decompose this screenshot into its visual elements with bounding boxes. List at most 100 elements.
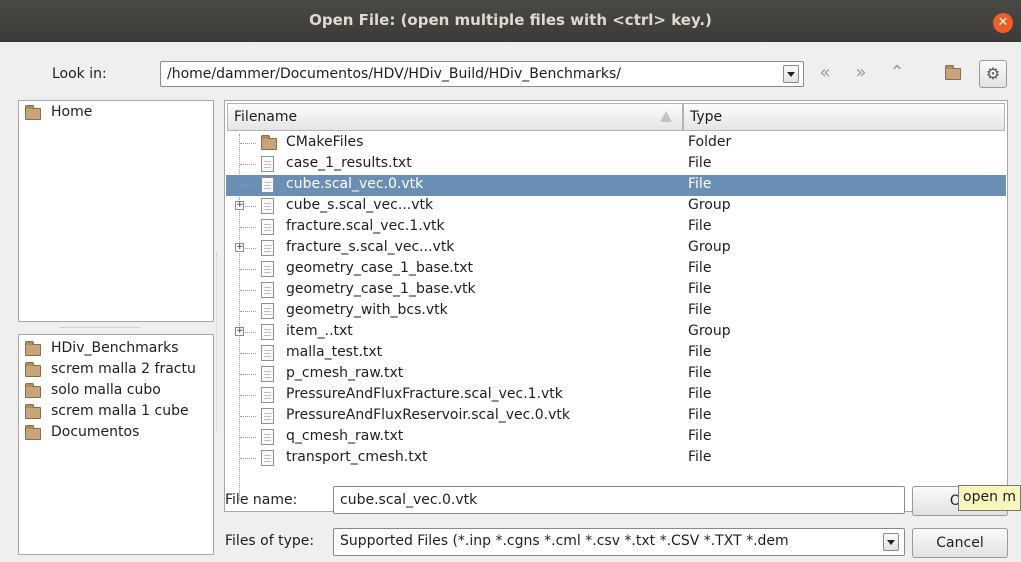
settings-button[interactable]: ⚙ — [979, 60, 1007, 88]
file-type-cell: File — [688, 449, 712, 465]
folder-icon — [25, 105, 41, 120]
place-label: screm malla 1 cube — [51, 403, 189, 419]
column-header-type[interactable]: Type — [683, 103, 1005, 131]
file-name-cell: q_cmesh_raw.txt — [286, 428, 404, 444]
table-row[interactable]: p_cmesh_raw.txt File — [226, 364, 1006, 385]
file-name-cell: fracture.scal_vec.1.vtk — [286, 218, 445, 234]
files-of-type-value: Supported Files (*.inp *.cgns *.cml *.cs… — [340, 533, 789, 549]
table-row[interactable]: geometry_with_bcs.vtk File — [226, 301, 1006, 322]
files-of-type-combo[interactable]: Supported Files (*.inp *.cgns *.cml *.cs… — [333, 528, 905, 556]
file-icon — [261, 408, 274, 424]
files-of-type-dropdown-arrow[interactable] — [883, 533, 899, 551]
file-icon — [261, 156, 274, 172]
file-name-cell: fracture_s.scal_vec...vtk — [286, 239, 455, 255]
file-name-cell: item_..txt — [286, 323, 353, 339]
tree-branch — [240, 227, 256, 228]
cancel-label: Cancel — [936, 535, 984, 551]
file-type-cell: File — [688, 260, 712, 276]
table-row[interactable]: q_cmesh_raw.txt File — [226, 427, 1006, 448]
file-name-cell: PressureAndFluxFracture.scal_vec.1.vtk — [286, 386, 563, 402]
file-name-cell: case_1_results.txt — [286, 155, 412, 171]
tree-branch — [240, 458, 256, 459]
place-item-screm-malla-2[interactable]: screm malla 2 fractu — [19, 360, 209, 380]
parent-directory-icon[interactable]: ⌃ — [884, 60, 910, 86]
file-icon — [261, 429, 274, 445]
table-row[interactable]: fracture.scal_vec.1.vtk File — [226, 217, 1006, 238]
file-type-cell: Group — [688, 323, 731, 339]
file-type-cell: Group — [688, 197, 731, 213]
table-row[interactable]: malla_test.txt File — [226, 343, 1006, 364]
place-label: Home — [51, 104, 93, 120]
place-item-screm-malla-1[interactable]: screm malla 1 cube — [19, 402, 209, 422]
file-name-cell: cube.scal_vec.0.vtk — [286, 176, 424, 192]
tree-branch — [240, 185, 256, 186]
expand-icon[interactable]: + — [235, 243, 244, 252]
file-type-cell: File — [688, 386, 712, 402]
file-type-cell: File — [688, 428, 712, 444]
tooltip-text: open m — [963, 489, 1017, 505]
tooltip: open m — [958, 485, 1021, 511]
file-name-input[interactable]: cube.scal_vec.0.vtk — [333, 486, 905, 514]
file-name-cell: p_cmesh_raw.txt — [286, 365, 404, 381]
table-row-selected[interactable]: cube.scal_vec.0.vtk File — [226, 175, 1006, 196]
places-panel-bottom: HDiv_Benchmarks screm malla 2 fractu sol… — [18, 334, 214, 555]
folder-icon — [25, 341, 41, 356]
file-type-cell: Group — [688, 239, 731, 255]
new-folder-button[interactable] — [940, 60, 966, 86]
forward-arrow-icon[interactable]: » — [848, 60, 874, 86]
table-row[interactable]: geometry_case_1_base.txt File — [226, 259, 1006, 280]
tree-branch — [240, 290, 256, 291]
folder-icon — [261, 135, 277, 150]
expand-icon[interactable]: + — [235, 327, 244, 336]
tree-branch — [240, 416, 256, 417]
file-icon — [261, 366, 274, 382]
splitter-handle[interactable] — [60, 327, 140, 328]
file-type-cell: File — [688, 218, 712, 234]
table-row[interactable]: CMakeFiles Folder — [226, 133, 1006, 154]
place-item-documentos[interactable]: Documentos — [19, 423, 209, 443]
file-icon — [261, 450, 274, 466]
tree-branch — [240, 353, 256, 354]
column-header-filename[interactable]: Filename — [227, 103, 683, 131]
file-name-cell: CMakeFiles — [286, 134, 364, 150]
place-item-solo-malla-cubo[interactable]: solo malla cubo — [19, 381, 209, 401]
look-in-combo[interactable]: /home/dammer/Documentos/HDV/HDiv_Build/H… — [160, 61, 804, 87]
table-row[interactable]: geometry_case_1_base.vtk File — [226, 280, 1006, 301]
file-icon — [261, 303, 274, 319]
table-row[interactable]: PressureAndFluxReservoir.scal_vec.0.vtk … — [226, 406, 1006, 427]
file-name-cell: geometry_with_bcs.vtk — [286, 302, 448, 318]
file-type-cell: File — [688, 365, 712, 381]
back-arrow-icon[interactable]: « — [812, 60, 838, 86]
place-item-home[interactable]: Home — [19, 103, 209, 123]
table-row[interactable]: case_1_results.txt File — [226, 154, 1006, 175]
cancel-button[interactable]: Cancel — [912, 528, 1008, 558]
file-type-cell: File — [688, 302, 712, 318]
place-item-hdiv-benchmarks[interactable]: HDiv_Benchmarks — [19, 339, 209, 359]
file-icon — [261, 261, 274, 277]
tree-branch — [240, 395, 256, 396]
file-type-cell: File — [688, 281, 712, 297]
new-folder-icon — [945, 65, 961, 80]
table-row[interactable]: + cube_s.scal_vec...vtk Group — [226, 196, 1006, 217]
file-icon — [261, 177, 274, 193]
sort-ascending-icon — [660, 111, 672, 122]
close-button[interactable]: ✕ — [993, 13, 1013, 33]
table-row[interactable]: PressureAndFluxFracture.scal_vec.1.vtk F… — [226, 385, 1006, 406]
file-name-cell: malla_test.txt — [286, 344, 383, 360]
vertical-splitter[interactable] — [216, 252, 219, 432]
table-row[interactable]: + fracture_s.scal_vec...vtk Group — [226, 238, 1006, 259]
tree-branch — [240, 269, 256, 270]
file-icon — [261, 345, 274, 361]
tree-branch — [240, 311, 256, 312]
table-row[interactable]: + item_..txt Group — [226, 322, 1006, 343]
expand-icon[interactable]: + — [235, 201, 244, 210]
file-list[interactable]: Filename Type CMakeFiles Folder case_1_r… — [224, 100, 1008, 512]
look-in-label: Look in: — [52, 66, 107, 82]
look-in-dropdown-arrow[interactable] — [783, 65, 799, 83]
file-type-cell: File — [688, 176, 712, 192]
table-row[interactable]: transport_cmesh.txt File — [226, 448, 1006, 469]
file-name-value: cube.scal_vec.0.vtk — [340, 492, 478, 508]
file-icon — [261, 387, 274, 403]
title-bar: Open File: (open multiple files with <ct… — [0, 0, 1021, 42]
file-type-cell: File — [688, 407, 712, 423]
